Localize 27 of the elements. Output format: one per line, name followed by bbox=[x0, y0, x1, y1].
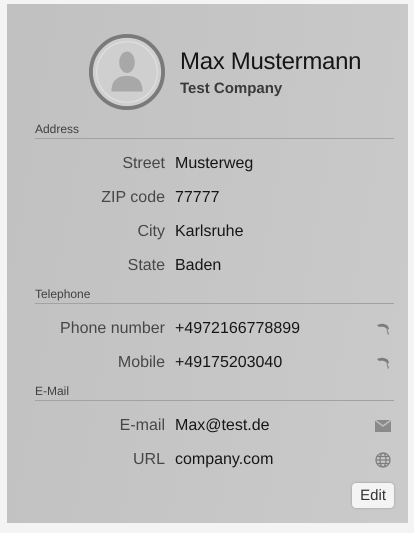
avatar-icon bbox=[88, 33, 166, 111]
mail-icon[interactable] bbox=[375, 420, 391, 432]
field-value: Baden bbox=[175, 257, 222, 275]
edit-button[interactable]: Edit bbox=[352, 483, 394, 508]
contact-name: Max Mustermann bbox=[180, 48, 362, 76]
field-label: City bbox=[136, 223, 165, 241]
field-label: State bbox=[126, 257, 165, 275]
globe-icon[interactable] bbox=[375, 452, 391, 468]
field-value: Max@test.de bbox=[175, 417, 270, 435]
field-label: Phone number bbox=[59, 320, 165, 338]
phone-icon[interactable] bbox=[376, 322, 390, 336]
field-label: Street bbox=[121, 155, 165, 173]
field-label: URL bbox=[132, 451, 165, 469]
field-value: +4972166778899 bbox=[175, 320, 302, 338]
field-value: company.com bbox=[175, 451, 274, 469]
section-heading: Telephone bbox=[35, 287, 394, 304]
section-heading: Address bbox=[35, 122, 394, 139]
field-value: +49175203040 bbox=[175, 354, 284, 372]
company-name: Test Company bbox=[180, 80, 284, 96]
field-value: 77777 bbox=[175, 189, 220, 207]
field-label: E-mail bbox=[118, 417, 165, 435]
section-heading: E-Mail bbox=[35, 384, 394, 401]
field-label: Mobile bbox=[116, 354, 165, 372]
field-value: Karlsruhe bbox=[175, 223, 244, 241]
phone-icon[interactable] bbox=[376, 356, 390, 370]
field-value: Musterweg bbox=[175, 155, 254, 173]
field-label: ZIP code bbox=[100, 189, 165, 207]
